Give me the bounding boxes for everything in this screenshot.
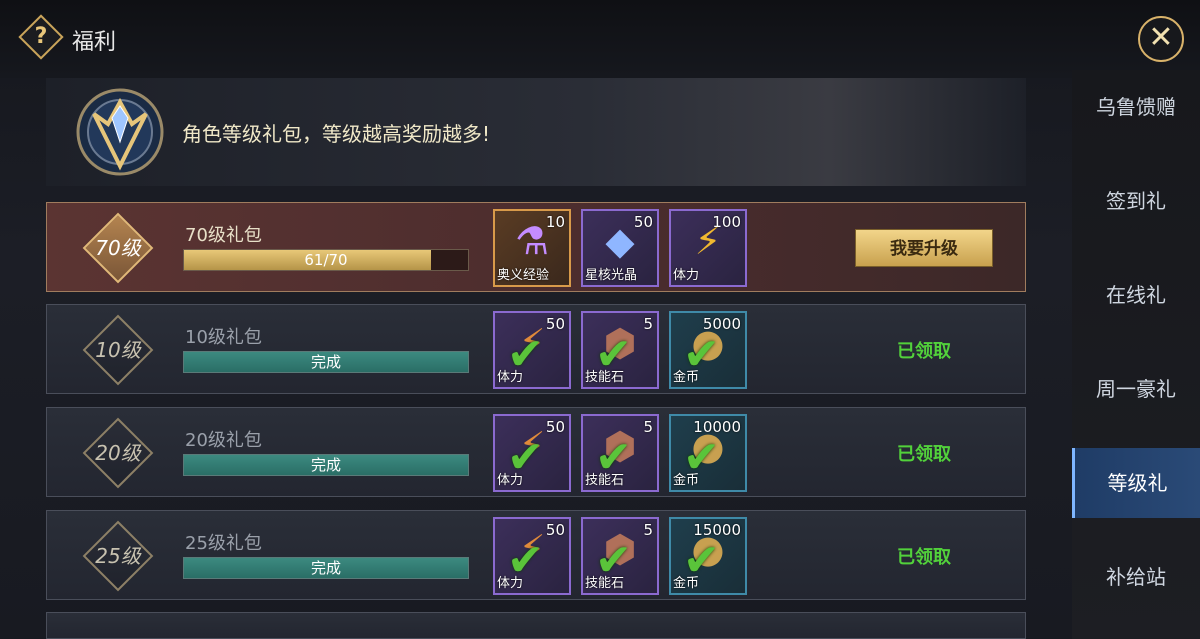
sidebar-item-sign-in[interactable]: 签到礼 — [1072, 166, 1200, 236]
reward-item[interactable]: ● ✔ 5000 金币 — [669, 311, 747, 389]
reward-item[interactable]: ⚗ 10 奥义经验 — [493, 209, 571, 287]
claimed-status: 已领取 — [897, 444, 951, 465]
reward-item[interactable]: ⚡ ✔ 50 体力 — [493, 517, 571, 595]
gift-row: 25级 25级礼包 完成 ⚡ ✔ 50 体力 ⬢ ✔ 5 技能石 ● ✔ 150… — [46, 510, 1026, 600]
upgrade-button[interactable]: 我要升级 — [855, 229, 993, 267]
progress-label: 61/70 — [304, 251, 348, 269]
sidebar-item-wulu-gift[interactable]: 乌鲁馈赠 — [1072, 72, 1200, 142]
banner-text: 角色等级礼包，等级越高奖励越多! — [182, 122, 491, 146]
gift-row: 20级 20级礼包 完成 ⚡ ✔ 50 体力 ⬢ ✔ 5 技能石 ● ✔ 100… — [46, 407, 1026, 497]
progress-label: 完成 — [310, 353, 341, 371]
level-badge: 20级 — [82, 417, 154, 489]
pack-name: 10级礼包 — [185, 327, 262, 348]
gift-row-partial — [46, 612, 1026, 639]
question-icon: ? — [34, 24, 48, 49]
reward-item[interactable]: ⚡ ✔ 50 体力 — [493, 311, 571, 389]
reward-item[interactable]: ◆ 50 星核光晶 — [581, 209, 659, 287]
top-bar — [0, 0, 1200, 78]
help-button[interactable]: ? — [18, 14, 64, 60]
reward-item[interactable]: ⚡ 100 体力 — [669, 209, 747, 287]
close-button[interactable]: ✕ — [1138, 16, 1184, 62]
level-badge: 25级 — [82, 520, 154, 592]
reward-item[interactable]: ⚡ ✔ 50 体力 — [493, 414, 571, 492]
level-badge: 70级 — [82, 212, 154, 284]
claimed-status: 已领取 — [897, 341, 951, 362]
level-emblem-icon — [76, 88, 164, 176]
progress-bar: 完成 — [183, 351, 469, 373]
progress-label: 完成 — [310, 456, 341, 474]
pack-name: 20级礼包 — [185, 430, 262, 451]
progress-bar: 61/70 — [183, 249, 469, 271]
reward-item[interactable]: ● ✔ 10000 金币 — [669, 414, 747, 492]
reward-item[interactable]: ⬢ ✔ 5 技能石 — [581, 517, 659, 595]
sidebar-item-monday[interactable]: 周一豪礼 — [1072, 354, 1200, 424]
sidebar-item-level-gift[interactable]: 等级礼 — [1072, 448, 1200, 518]
progress-bar: 完成 — [183, 454, 469, 476]
pack-name: 25级礼包 — [185, 533, 262, 554]
gift-row: 10级 10级礼包 完成 ⚡ ✔ 50 体力 ⬢ ✔ 5 技能石 ● ✔ 500… — [46, 304, 1026, 394]
reward-item[interactable]: ● ✔ 15000 金币 — [669, 517, 747, 595]
reward-item[interactable]: ⬢ ✔ 5 技能石 — [581, 414, 659, 492]
claimed-status: 已领取 — [897, 547, 951, 568]
progress-bar: 完成 — [183, 557, 469, 579]
page-title: 福利 — [72, 30, 117, 55]
progress-label: 完成 — [310, 559, 341, 577]
pack-name: 70级礼包 — [185, 225, 262, 246]
sidebar-item-online[interactable]: 在线礼 — [1072, 260, 1200, 330]
close-icon: ✕ — [1148, 20, 1174, 55]
reward-item[interactable]: ⬢ ✔ 5 技能石 — [581, 311, 659, 389]
level-badge: 10级 — [82, 314, 154, 386]
gift-row: 70级 70级礼包 61/70 ⚗ 10 奥义经验 ◆ 50 星核光晶 ⚡ 10… — [46, 202, 1026, 292]
sidebar-item-supply[interactable]: 补给站 — [1072, 542, 1200, 612]
